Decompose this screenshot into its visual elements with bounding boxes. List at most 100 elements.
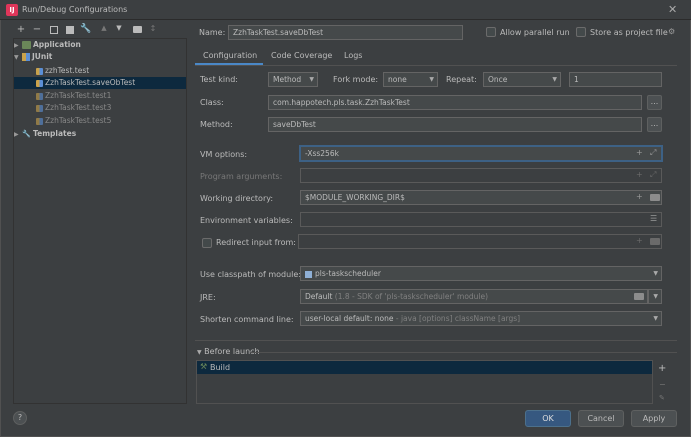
shorten-cmd-select[interactable]: user-local default: none - java [options… [300,311,662,326]
browse-method-button[interactable]: ... [647,117,662,132]
expand-icon[interactable]: ⤢ [650,148,656,158]
add-task-button[interactable]: + [658,363,666,374]
jre-select[interactable]: Default (1.8 - SDK of 'pls-taskscheduler… [300,289,648,304]
application-icon [22,41,31,49]
allow-parallel-checkbox[interactable] [486,27,496,37]
minus-icon[interactable]: − [659,380,666,389]
vm-options-label: VM options: [200,150,248,159]
env-vars-label: Environment variables: [200,216,293,225]
class-input[interactable]: com.happotech.pls.task.ZzhTaskTest [268,95,642,110]
classpath-select[interactable]: pls-taskscheduler ▼ [300,266,662,281]
module-icon [305,270,312,278]
copy-icon[interactable] [48,24,60,37]
expand-icon[interactable]: ⤢ [650,170,656,180]
store-project-checkbox[interactable] [576,27,586,37]
tree-item-test[interactable]: ZzhTaskTest.saveObTest [14,77,186,89]
folder-icon[interactable] [131,24,143,36]
browse-class-button[interactable]: ... [647,95,662,110]
folder-icon[interactable] [650,194,660,201]
select-value: none [388,75,407,84]
plus-icon[interactable]: + [636,170,643,179]
ok-button[interactable]: OK [525,410,571,427]
redirect-input-label: Redirect input from: [216,238,296,247]
add-config-button[interactable]: + [15,24,27,35]
test-icon [36,79,43,87]
chevron-right-icon: ▶ [14,131,19,138]
help-button[interactable]: ? [13,411,27,425]
test-kind-label: Test kind: [200,75,238,84]
tab-configuration[interactable]: Configuration [203,51,257,60]
apply-button[interactable]: Apply [631,410,677,427]
tree-item-templates[interactable]: ▶ 🔧 Templates [14,128,186,140]
tree-item-junit[interactable]: ▼ JUnit [14,51,186,63]
chevron-down-icon: ▼ [309,76,314,83]
list-icon[interactable]: ☰ [650,214,657,223]
tree-label: ZzhTaskTest.test1 [45,91,112,100]
select-value: Once [488,75,508,84]
allow-parallel-label: Allow parallel run [500,28,570,37]
settings-icon[interactable]: ⚙ [668,27,675,36]
chevron-down-icon: ▼ [653,293,658,300]
folder-icon[interactable] [634,293,644,300]
test-kind-select[interactable]: Method ▼ [268,72,318,87]
repeat-select[interactable]: Once ▼ [483,72,561,87]
tree-label: JUnit [32,52,53,61]
plus-icon[interactable]: + [636,236,643,245]
tree-item-application[interactable]: ▶ Application [14,39,186,51]
tree-item-test[interactable]: ZzhTaskTest.test5 [14,115,186,127]
plus-icon[interactable]: + [636,148,643,157]
vm-options-input[interactable]: -Xss256k [300,146,662,161]
env-vars-input[interactable] [300,212,662,227]
program-args-label: Program arguments: [200,172,283,181]
tree-label: Application [33,40,81,49]
tab-code-coverage[interactable]: Code Coverage [271,51,332,60]
jre-dropdown-button[interactable]: ▼ [648,289,662,304]
close-icon[interactable]: ✕ [668,3,677,16]
tree-label: Templates [33,129,77,138]
before-launch-item[interactable]: ⚒ Build [197,361,652,374]
tree-item-test[interactable]: zzhTest.test [14,65,186,77]
move-down-icon[interactable]: ▼ [113,24,125,32]
sort-icon[interactable]: ↕ [147,24,159,33]
repeat-count-input[interactable]: 1 [569,72,662,87]
select-value-hint: - java [options] className [args] [395,314,521,323]
fork-mode-label: Fork mode: [333,75,379,84]
chevron-down-icon: ▼ [653,315,658,322]
fork-mode-select[interactable]: none ▼ [383,72,438,87]
select-value: Default [305,292,333,301]
tree-label: ZzhTaskTest.test3 [45,103,112,112]
classpath-label: Use classpath of module: [200,270,302,279]
working-dir-input[interactable]: $MODULE_WORKING_DIR$ [300,190,662,205]
chevron-down-icon: ▼ [429,76,434,83]
save-icon[interactable] [64,24,76,37]
folder-icon[interactable] [650,238,660,245]
tree-label: ZzhTaskTest.saveObTest [45,78,136,87]
section-rule [250,352,677,353]
tree-item-test[interactable]: ZzhTaskTest.test3 [14,102,186,114]
name-input[interactable]: ZzhTaskTest.saveDbTest [228,25,463,40]
chevron-down-icon: ▼ [14,54,19,61]
tab-logs[interactable]: Logs [344,51,362,60]
wrench-icon[interactable]: 🔧 [80,24,92,34]
tree-label: ZzhTaskTest.test5 [45,116,112,125]
select-value: Method [273,75,302,84]
method-input[interactable]: saveDbTest [268,117,642,132]
program-args-input[interactable] [300,168,662,183]
tab-divider [195,65,677,66]
select-value: pls-taskscheduler [315,269,381,278]
test-icon [36,117,43,125]
select-value: user-local default: none [305,314,394,323]
build-hammer-icon: ⚒ [200,362,208,371]
tree-item-test[interactable]: ZzhTaskTest.test1 [14,90,186,102]
remove-config-button[interactable]: − [31,24,43,35]
edit-icon[interactable]: ✎ [659,394,665,402]
move-up-icon[interactable]: ▲ [98,24,110,32]
redirect-input-checkbox[interactable] [202,238,212,248]
cancel-button[interactable]: Cancel [578,410,624,427]
test-icon [36,92,43,100]
redirect-input-field[interactable] [298,234,662,249]
chevron-down-icon: ▼ [197,349,202,356]
jre-label: JRE: [200,293,216,302]
plus-icon[interactable]: + [636,192,643,201]
name-label: Name: [199,28,226,37]
